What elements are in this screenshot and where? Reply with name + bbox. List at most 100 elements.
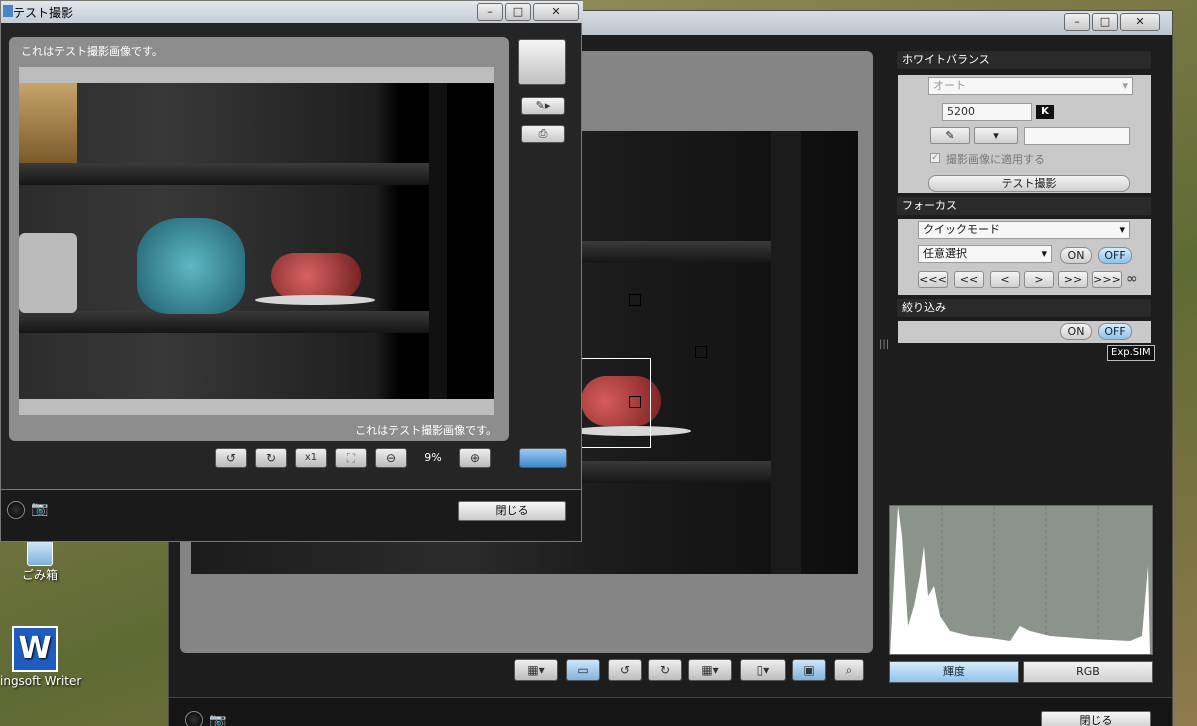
recycle-bin-label: ごみ箱 <box>21 568 58 582</box>
eyedropper-side-button[interactable]: ✎▸ <box>521 97 565 115</box>
focus-on-button[interactable]: ON <box>1060 247 1092 264</box>
zoom-level: 9% <box>424 451 442 464</box>
wb-custom-field[interactable] <box>1024 127 1130 145</box>
test-plate-image <box>255 295 375 305</box>
white-balance-header: ホワイトバランス <box>897 51 1151 69</box>
test-image-band-bottom <box>19 399 494 415</box>
test-close-button[interactable]: 閉じる <box>458 501 566 521</box>
writer-app-icon[interactable]: W ingsoft Writer <box>0 626 84 688</box>
apply-checkbox[interactable]: ✓ <box>930 153 940 163</box>
test-image-frame: これはテスト撮影画像です。 これはテスト撮影画像です。 <box>9 37 509 441</box>
camera-app-icon <box>3 5 13 17</box>
camera-settings-icon[interactable]: 📷 <box>209 713 226 726</box>
focus-section: クイックモード ▾ 任意選択 ▾ ON OFF <<< << < > >> >>… <box>898 219 1151 295</box>
zoom-x1-button[interactable]: x1 <box>295 448 327 468</box>
test-shelf-upper <box>19 163 429 185</box>
test-shot-image[interactable] <box>19 83 494 399</box>
focus-nav-fast-near[interactable]: <<< <box>918 271 948 288</box>
test-rotate-left-button[interactable]: ↺ <box>215 448 247 468</box>
white-balance-value: オート <box>933 79 966 92</box>
aspect-button[interactable]: ▯▾ <box>740 659 786 681</box>
histogram-curve <box>890 506 1150 654</box>
close-window-button[interactable]: ✕ <box>1120 13 1160 31</box>
color-indicator-button[interactable] <box>519 448 567 468</box>
save-image-button[interactable]: ⎙ <box>521 125 565 143</box>
test-caption-top: これはテスト撮影画像です。 <box>21 45 163 58</box>
rotate-right-button[interactable]: ↻ <box>648 659 682 681</box>
af-mode-value: クイックモード <box>923 223 1000 236</box>
writer-label: ingsoft Writer <box>0 674 82 688</box>
aperture-header: 絞り込み <box>897 299 1151 317</box>
kelvin-input[interactable]: 5200 <box>942 103 1032 121</box>
histogram <box>889 505 1153 655</box>
kelvin-unit-badge: K <box>1036 105 1054 119</box>
fit-screen-button[interactable]: ⛶ <box>335 448 367 468</box>
white-balance-select[interactable]: オート ▾ <box>928 77 1133 95</box>
focus-nav-fast-far[interactable]: >>> <box>1092 271 1122 288</box>
test-strawberry-image <box>271 253 361 299</box>
kelvin-value: 5200 <box>947 105 975 118</box>
test-titlebar: テスト撮影 – □ ✕ <box>1 1 583 23</box>
test-maximize-button[interactable]: □ <box>505 3 531 21</box>
wb-preset-select[interactable]: ▾ <box>974 127 1018 144</box>
af-point-select[interactable]: 任意選択 ▾ <box>918 245 1052 263</box>
splitter-handle[interactable]: ||| <box>879 339 889 350</box>
aperture-off-button[interactable]: OFF <box>1098 323 1132 340</box>
test-shot-window: テスト撮影 – □ ✕ これはテスト撮影画像です。 これはテスト撮影画像です。 … <box>0 0 583 542</box>
zoom-in-button[interactable]: ⊕ <box>459 448 491 468</box>
zoom-frame[interactable] <box>581 358 651 448</box>
af-point[interactable] <box>629 294 641 306</box>
teapot-image <box>137 218 245 314</box>
image-button[interactable]: ▣ <box>792 659 826 681</box>
right-panel: ホワイトバランス オート ▾ 5200 K ✎ ▾ ✓ 撮影画像に適用する テス… <box>879 41 1163 691</box>
histogram-graph <box>890 506 1150 654</box>
writer-logo-icon: W <box>12 626 58 672</box>
focus-nav-slow-near[interactable]: < <box>990 271 1020 288</box>
aperture-section: ON OFF <box>898 321 1151 343</box>
test-camera-icon[interactable]: 📷 <box>31 501 48 517</box>
zoom-button[interactable]: ⌕ <box>834 659 864 681</box>
exp-sim-badge: Exp.SIM <box>1107 345 1155 361</box>
test-rotate-right-button[interactable]: ↻ <box>255 448 287 468</box>
basket-image <box>19 83 77 163</box>
focus-nav-slow-far[interactable]: > <box>1024 271 1054 288</box>
camera-status-icon <box>185 711 203 726</box>
test-image-band-top <box>19 67 494 83</box>
test-window-title: テスト撮影 <box>13 6 74 20</box>
af-overlay-button[interactable]: ▭ <box>566 659 600 681</box>
histogram-tab-luminance[interactable]: 輝度 <box>889 661 1019 683</box>
focus-nav-medium-far[interactable]: >> <box>1058 271 1088 288</box>
infinity-icon: ∞ <box>1126 271 1138 287</box>
grid-button[interactable]: ▦▾ <box>688 659 732 681</box>
maximize-button[interactable]: □ <box>1092 13 1118 31</box>
test-camera-status-icon <box>7 501 25 519</box>
camera-object-image <box>19 233 77 313</box>
display-grid-button[interactable]: ▦▾ <box>514 659 558 681</box>
eyedropper-button[interactable]: ✎ <box>930 127 970 144</box>
chevron-down-icon: ▾ <box>1041 247 1047 260</box>
test-shot-button[interactable]: テスト撮影 <box>928 175 1130 192</box>
main-close-button[interactable]: 閉じる <box>1041 711 1151 726</box>
focus-nav-medium-near[interactable]: << <box>954 271 984 288</box>
aperture-on-button[interactable]: ON <box>1060 323 1092 340</box>
test-shelf-divider <box>429 83 447 399</box>
histogram-tab-rgb[interactable]: RGB <box>1023 661 1153 683</box>
recycle-bin-glyph <box>27 538 53 566</box>
minimize-button[interactable]: – <box>1064 13 1090 31</box>
test-minimize-button[interactable]: – <box>477 3 503 21</box>
test-close-window-button[interactable]: ✕ <box>533 3 579 21</box>
white-swatch-button[interactable] <box>518 39 566 85</box>
focus-header: フォーカス <box>897 197 1151 215</box>
af-point-value: 任意選択 <box>923 247 967 260</box>
focus-off-button[interactable]: OFF <box>1098 247 1132 264</box>
apply-checkbox-label: 撮影画像に適用する <box>946 153 1045 166</box>
af-point[interactable] <box>695 346 707 358</box>
zoom-out-button[interactable]: ⊖ <box>375 448 407 468</box>
test-shelf-lower <box>19 311 429 333</box>
main-status-bar <box>169 697 1172 726</box>
rotate-left-button[interactable]: ↺ <box>608 659 642 681</box>
shelf-divider <box>771 131 801 574</box>
af-mode-select[interactable]: クイックモード ▾ <box>918 221 1130 239</box>
recycle-bin-icon[interactable]: ごみ箱 <box>0 538 80 583</box>
chevron-down-icon: ▾ <box>1122 79 1128 92</box>
